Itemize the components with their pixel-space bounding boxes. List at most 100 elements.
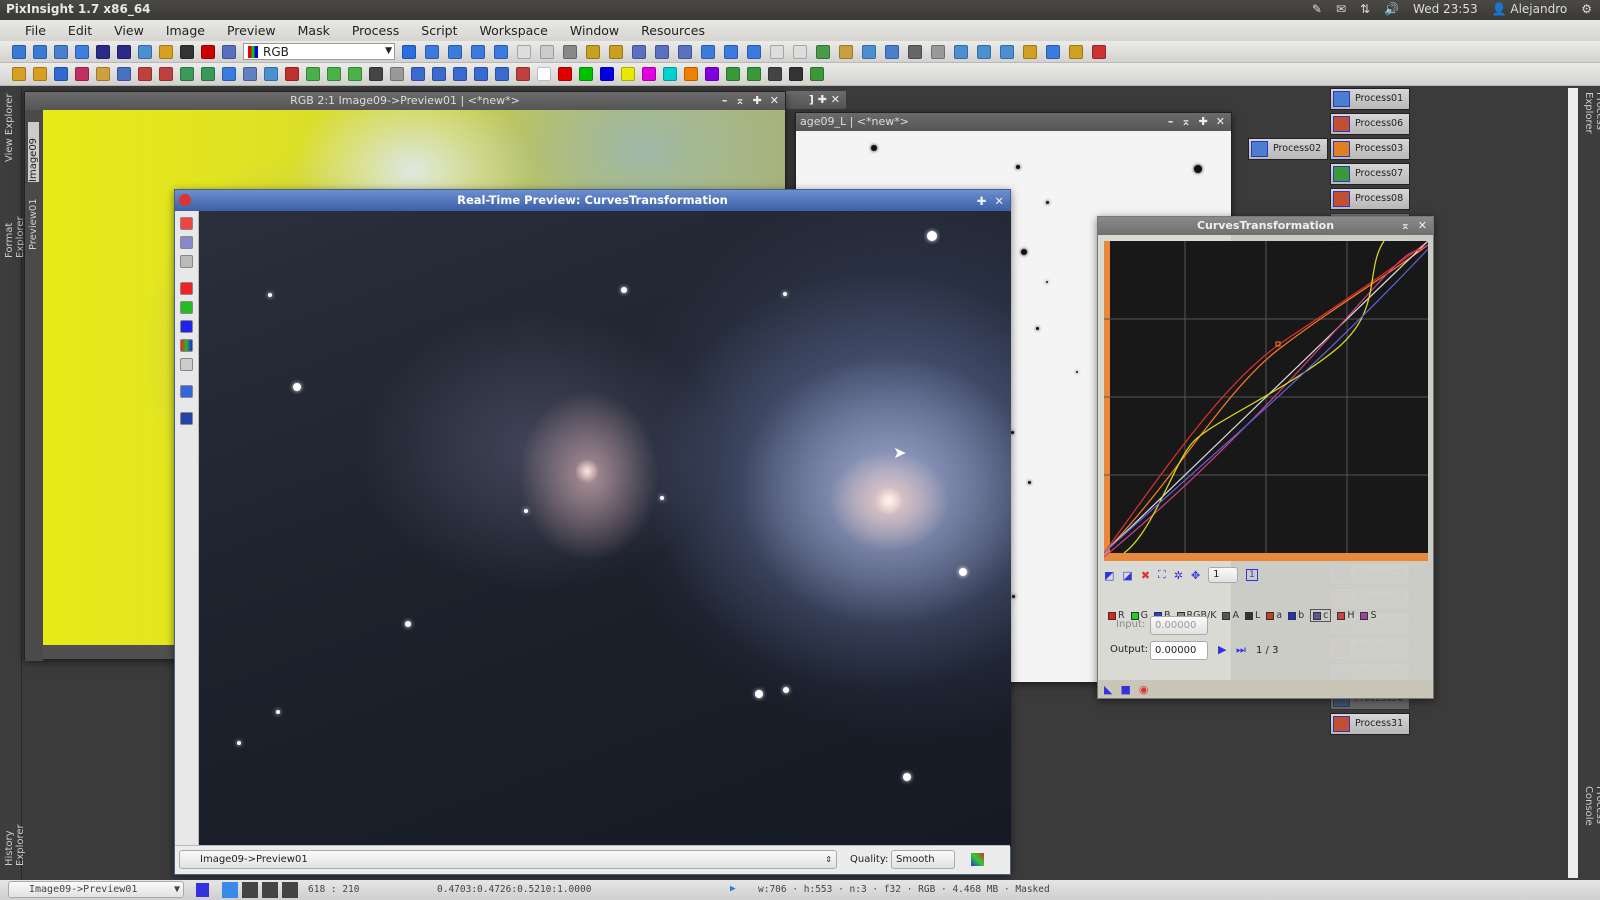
toolbar-view-tool-icon-13[interactable] bbox=[701, 44, 715, 59]
background-window-titlebar[interactable]: ] ✚ ✕ bbox=[786, 91, 846, 109]
toolbar-view-tool-icon-22[interactable] bbox=[908, 44, 922, 59]
toolbar2-tool-icon-5[interactable] bbox=[117, 67, 131, 81]
process-console-tab[interactable]: Process Console bbox=[1583, 786, 1600, 866]
toolbar2-tool-icon-17[interactable] bbox=[369, 67, 383, 81]
toolbar-view-tool-icon-1[interactable] bbox=[425, 44, 439, 59]
toolbar2-tool-icon-34[interactable] bbox=[726, 67, 740, 81]
zoom-1-1-icon[interactable]: 1 bbox=[1246, 569, 1258, 581]
rgb-channel-select[interactable]: RGB ▼ bbox=[243, 43, 395, 60]
rgb-channel-icon[interactable] bbox=[180, 339, 193, 352]
close-icon[interactable]: ✕ bbox=[1418, 217, 1427, 235]
process-icon[interactable]: Process31 bbox=[1330, 713, 1410, 735]
toolbar2-tool-icon-10[interactable] bbox=[222, 67, 236, 81]
process-icon[interactable]: Process01 bbox=[1330, 88, 1410, 110]
toolbar-tool-icon-4[interactable] bbox=[96, 44, 110, 59]
user-menu[interactable]: 👤 Alejandro bbox=[1492, 2, 1568, 16]
toolbar-view-tool-icon-8[interactable] bbox=[586, 44, 600, 59]
maximize-icon[interactable]: ✚ bbox=[977, 191, 987, 212]
toolbar2-tool-icon-29[interactable] bbox=[621, 67, 635, 81]
toolbar-view-tool-icon-23[interactable] bbox=[931, 44, 945, 59]
menu-window[interactable]: Window bbox=[559, 23, 630, 38]
toolbar-tool-icon-10[interactable] bbox=[222, 44, 236, 59]
toolbar2-tool-icon-14[interactable] bbox=[306, 67, 320, 81]
menu-script[interactable]: Script bbox=[410, 23, 468, 38]
workspace-scrollbar[interactable] bbox=[1568, 88, 1578, 878]
toolbar2-tool-icon-24[interactable] bbox=[516, 67, 530, 81]
format-explorer-tab[interactable]: Format Explorer bbox=[4, 178, 26, 258]
close-icon[interactable]: ✕ bbox=[1216, 113, 1225, 131]
volume-icon[interactable]: 🔊 bbox=[1384, 2, 1399, 16]
zoom-icon[interactable] bbox=[180, 236, 193, 249]
toolbar-tool-icon-5[interactable] bbox=[117, 44, 131, 59]
toolbar2-tool-icon-6[interactable] bbox=[138, 67, 152, 81]
tab-preview01[interactable]: Preview01 bbox=[28, 190, 39, 250]
menu-workspace[interactable]: Workspace bbox=[469, 23, 559, 38]
menu-process[interactable]: Process bbox=[341, 23, 410, 38]
toolbar-tool-icon-9[interactable] bbox=[201, 44, 215, 59]
channel-b[interactable]: b bbox=[1288, 609, 1304, 622]
minimize-icon[interactable]: – bbox=[722, 92, 728, 110]
toolbar-view-tool-icon-14[interactable] bbox=[724, 44, 738, 59]
preview-image-galaxy[interactable]: ➤ bbox=[199, 211, 1011, 847]
toolbar2-tool-icon-12[interactable] bbox=[264, 67, 278, 81]
toolbar2-tool-icon-1[interactable] bbox=[33, 67, 47, 81]
fit-icon[interactable] bbox=[180, 255, 193, 268]
toolbar-view-tool-icon-12[interactable] bbox=[678, 44, 692, 59]
preview-titlebar[interactable]: Real-Time Preview: CurvesTransformation … bbox=[175, 190, 1010, 211]
process-icon[interactable]: Process06 bbox=[1330, 113, 1410, 135]
toolbar2-tool-icon-16[interactable] bbox=[348, 67, 362, 81]
toolbar-tool-icon-8[interactable] bbox=[180, 44, 194, 59]
toolbar-view-tool-icon-10[interactable] bbox=[632, 44, 646, 59]
menu-file[interactable]: File bbox=[14, 23, 57, 38]
mail-icon[interactable]: ✉ bbox=[1336, 2, 1346, 16]
toolbar2-tool-icon-15[interactable] bbox=[327, 67, 341, 81]
toolbar-view-tool-icon-4[interactable] bbox=[494, 44, 508, 59]
toolbar-tool-icon-0[interactable] bbox=[12, 44, 26, 59]
shade-icon[interactable]: ⌅ bbox=[1181, 113, 1190, 131]
toolbar2-tool-icon-21[interactable] bbox=[453, 67, 467, 81]
toolbar2-tool-icon-33[interactable] bbox=[705, 67, 719, 81]
toolbar-view-tool-icon-25[interactable] bbox=[977, 44, 991, 59]
apply-icon[interactable]: ■ bbox=[1120, 683, 1130, 696]
play-icon[interactable]: ▶ bbox=[730, 883, 736, 894]
toolbar2-tool-icon-28[interactable] bbox=[600, 67, 614, 81]
toolbar-tool-icon-1[interactable] bbox=[33, 44, 47, 59]
toolbar2-tool-icon-2[interactable] bbox=[54, 67, 68, 81]
toolbar2-tool-icon-27[interactable] bbox=[579, 67, 593, 81]
view-select[interactable]: Image09->Preview01 ⇕ bbox=[179, 850, 837, 869]
toolbar2-tool-icon-20[interactable] bbox=[432, 67, 446, 81]
curves-graph[interactable] bbox=[1104, 241, 1428, 561]
toolbar2-tool-icon-13[interactable] bbox=[285, 67, 299, 81]
input-field[interactable]: 0.00000 bbox=[1150, 616, 1208, 635]
process-icon[interactable]: Process08 bbox=[1330, 188, 1410, 210]
toolbar2-tool-icon-36[interactable] bbox=[768, 67, 782, 81]
toolbar2-tool-icon-37[interactable] bbox=[789, 67, 803, 81]
toolbar2-tool-icon-0[interactable] bbox=[12, 67, 26, 81]
toolbar-view-tool-icon-16[interactable] bbox=[770, 44, 784, 59]
toolbar2-tool-icon-4[interactable] bbox=[96, 67, 110, 81]
display-mode-b[interactable] bbox=[282, 882, 298, 898]
track-view-icon[interactable] bbox=[971, 853, 984, 866]
toolbar-view-tool-icon-7[interactable] bbox=[563, 44, 577, 59]
window-menu-icon[interactable] bbox=[179, 194, 191, 206]
process-icon[interactable]: Process02 bbox=[1248, 138, 1328, 160]
toolbar2-tool-icon-32[interactable] bbox=[684, 67, 698, 81]
toolbar-view-tool-icon-17[interactable] bbox=[793, 44, 807, 59]
image-window-titlebar[interactable]: RGB 2:1 Image09->Preview01 | <*new*> – ⌅ ✚… bbox=[25, 92, 785, 110]
toolbar-view-tool-icon-15[interactable] bbox=[747, 44, 761, 59]
toolbar2-tool-icon-8[interactable] bbox=[180, 67, 194, 81]
quality-select[interactable]: Smooth bbox=[891, 850, 955, 869]
process-icon[interactable]: Process07 bbox=[1330, 163, 1410, 185]
menu-image[interactable]: Image bbox=[155, 23, 216, 38]
toolbar2-tool-icon-25[interactable] bbox=[537, 67, 551, 81]
menu-view[interactable]: View bbox=[103, 23, 155, 38]
toolbar2-tool-icon-30[interactable] bbox=[642, 67, 656, 81]
toolbar-tool-icon-3[interactable] bbox=[75, 44, 89, 59]
status-view-select[interactable]: Image09->Preview01 ▼ bbox=[8, 881, 184, 898]
toolbar-view-tool-icon-18[interactable] bbox=[816, 44, 830, 59]
toolbar-view-tool-icon-24[interactable] bbox=[954, 44, 968, 59]
history-explorer-tab[interactable]: History Explorer bbox=[4, 786, 26, 866]
zoom-spinbox[interactable]: 1 bbox=[1208, 567, 1239, 583]
toolbar2-tool-icon-38[interactable] bbox=[810, 67, 824, 81]
toolbar2-tool-icon-7[interactable] bbox=[159, 67, 173, 81]
